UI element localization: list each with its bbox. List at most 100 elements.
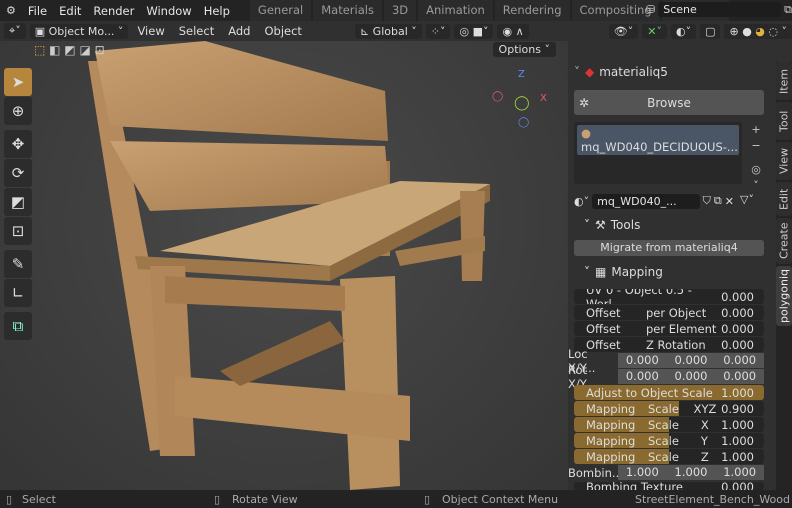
menu-object[interactable]: Object [259, 23, 306, 39]
copy-icon[interactable]: ⧉ [784, 3, 792, 17]
loc-x-field[interactable]: 0.000 [618, 353, 667, 368]
editor-type-button[interactable]: ⌖˅ [4, 23, 26, 39]
scene-selector[interactable]: ⛁ Scene ⧉ [646, 0, 792, 19]
slider-row[interactable]: Mapping Scale XYZ 0.900 [574, 401, 764, 416]
options-button[interactable]: Options ˅ [492, 42, 556, 57]
rot-z-field[interactable]: 0.000 [715, 369, 765, 384]
slider-row[interactable]: Mapping Scale X 1.000 [574, 417, 764, 432]
shading-modes[interactable]: ⊕ ● ◕ ◌ ˅ [724, 23, 792, 39]
cursor-tool-icon[interactable]: ⊕ [4, 97, 32, 125]
browse-label: Browse [647, 95, 691, 110]
uv-row[interactable]: UV 0 - Object 0.5 - Worl 0.000 [574, 289, 764, 304]
menu-render[interactable]: Render [87, 4, 140, 18]
tab-materials[interactable]: Materials [313, 0, 382, 21]
tab-polygoniq[interactable]: polygoniq [776, 266, 792, 326]
tab-rendering[interactable]: Rendering [494, 0, 570, 21]
orientation-select[interactable]: ⊾ Global ˅ [354, 23, 422, 39]
rotate-tool-icon[interactable]: ⟳ [4, 159, 32, 187]
slider-row[interactable]: Mapping Scale Y 1.000 [574, 433, 764, 448]
material-list-item[interactable]: ● mq_WD040_DECIDUOUS-... [577, 125, 739, 155]
scale-tool-icon[interactable]: ◩ [4, 188, 32, 216]
navigation-gizmo[interactable]: Z X ◯ ◯ ◯ [492, 69, 552, 129]
sidebar-panel: ˅ ◆ materialiq5 ✲ Browse ● mq_WD040_DECIDUO… [568, 62, 776, 490]
node-tree-icon[interactable]: ▽˅ [740, 193, 754, 206]
tab-3d[interactable]: 3D [383, 0, 417, 21]
measure-tool-icon[interactable]: ∟ [4, 279, 32, 307]
material-name-field[interactable]: mq_WD040_... [592, 193, 700, 209]
migrate-button[interactable]: Migrate from materialiq4 [574, 240, 764, 256]
rot-x-field[interactable]: 0.000 [618, 369, 667, 384]
loc-z-field[interactable]: 0.000 [715, 353, 765, 368]
slider-row[interactable]: Mapping Scale Z 1.000 [574, 449, 764, 464]
row-label: Offset [586, 337, 621, 352]
tools-section-header[interactable]: ˅ ⚒ Tools [584, 218, 640, 232]
offset-z-rotation-row[interactable]: Offset Z Rotation 0.000 [574, 337, 764, 352]
tab-edit[interactable]: Edit [776, 182, 792, 216]
rot-y-field[interactable]: 0.000 [666, 369, 716, 384]
snap-toggle[interactable]: ◎ ■˅ [454, 23, 494, 39]
gizmo-toggle[interactable]: ✕˅ [642, 23, 667, 39]
mouse-middle-icon: ▯ [214, 493, 221, 506]
loc-y-field[interactable]: 0.000 [666, 353, 716, 368]
slider-value: 1.000 [721, 433, 754, 448]
mode-select[interactable]: ▣ Object Mo... ˅ [29, 23, 129, 39]
tab-item[interactable]: Item [776, 62, 792, 100]
tab-view[interactable]: View [776, 142, 792, 180]
slider-row[interactable]: Adjust to Object Scale 1.000 [574, 385, 764, 400]
viewport-header: ⌖˅ ▣ Object Mo... ˅ View Select Add Obje… [0, 21, 792, 41]
menu-select[interactable]: Select [174, 23, 219, 39]
menu-view[interactable]: View [132, 23, 169, 39]
bombing-z-field[interactable]: 1.000 [715, 465, 765, 480]
overlay-toggle[interactable]: ◐˅ [670, 23, 697, 39]
mode-label: Object Mo... [48, 24, 115, 38]
transform-tool-icon[interactable]: ⊡ [4, 217, 32, 245]
annotate-tool-icon[interactable]: ✎ [4, 250, 32, 278]
offset-per-element-row[interactable]: Offset per Element 0.000 [574, 321, 764, 336]
menu-file[interactable]: File [22, 4, 53, 18]
bench-model [88, 41, 490, 490]
row-value: 0.000 [721, 289, 754, 304]
row-label: UV 0 - Object 0.5 - Worl [586, 289, 692, 304]
selection-mode-icons[interactable]: ⬚ ◧ ◩ ◪ ⊡ [34, 43, 105, 57]
unlink-icon[interactable]: ✕ [725, 195, 734, 208]
material-list[interactable]: ● mq_WD040_DECIDUOUS-... [574, 122, 742, 184]
bombing-texture-row[interactable]: Bombing Texture Mappin 0.000 [574, 482, 764, 490]
material-selector[interactable]: ◐˅ mq_WD040_... ⛉ ⧉ ✕ [574, 193, 734, 209]
select-tool-icon[interactable]: ➤ [4, 68, 32, 96]
bombing-y-field[interactable]: 1.000 [666, 465, 716, 480]
mapping-section-header[interactable]: ˅ ▦ Mapping [584, 265, 663, 279]
menu-window[interactable]: Window [140, 4, 197, 18]
tab-general[interactable]: General [249, 0, 312, 21]
menu-add[interactable]: Add [223, 23, 255, 39]
row-value: 0.000 [721, 321, 754, 336]
menu-edit[interactable]: Edit [53, 4, 87, 18]
menu-help[interactable]: Help [198, 4, 236, 18]
bombing-row: Bombin... 1.000 1.000 1.000 [568, 465, 765, 480]
fake-user-icon[interactable]: ⛉ [703, 194, 711, 208]
link-icon[interactable]: ◎ [748, 162, 764, 178]
move-tool-icon[interactable]: ✥ [4, 130, 32, 158]
row-label-2: Z Rotation [646, 337, 706, 352]
remove-slot-button[interactable]: − [748, 138, 764, 154]
tab-animation[interactable]: Animation [418, 0, 493, 21]
materialiq-header[interactable]: ˅ ◆ materialiq5 [574, 65, 668, 79]
tools-label: Tools [610, 218, 641, 232]
xray-toggle[interactable]: ▢ [700, 23, 721, 39]
slider-label: Mapping [586, 401, 636, 416]
bombing-x-field[interactable]: 1.000 [618, 465, 667, 480]
scene-name[interactable]: Scene [658, 2, 782, 17]
tab-create[interactable]: Create [776, 218, 792, 264]
add-cube-tool-icon[interactable]: ⧉ [4, 312, 32, 340]
blender-logo-icon[interactable]: ⚙ [0, 4, 22, 17]
tab-tool[interactable]: Tool [776, 102, 792, 140]
3d-viewport[interactable]: Z X ◯ ◯ ◯ Options ˅ [0, 41, 568, 490]
slot-menu-button[interactable]: ˅ [748, 178, 764, 194]
duplicate-icon[interactable]: ⧉ [714, 194, 722, 208]
add-slot-button[interactable]: + [748, 122, 764, 138]
browse-button[interactable]: ✲ Browse [574, 90, 764, 115]
visibility-select[interactable]: 👁˅ [608, 23, 639, 39]
proportional-edit[interactable]: ◉ ∧ [497, 23, 529, 39]
offset-per-object-row[interactable]: Offset per Object 0.000 [574, 305, 764, 320]
row-label: Offset [586, 305, 621, 320]
pivot-select[interactable]: ⁘˅ [425, 23, 451, 39]
